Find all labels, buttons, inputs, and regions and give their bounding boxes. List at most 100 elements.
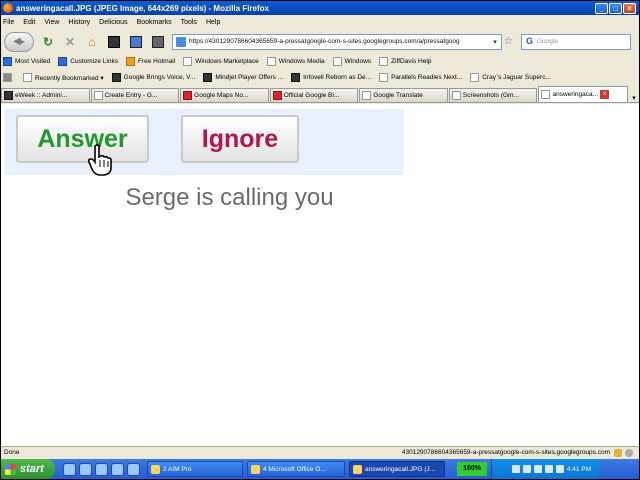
folder-icon bbox=[3, 57, 12, 66]
tab-favicon-icon bbox=[272, 91, 282, 100]
bookmark-item[interactable]: Windows Media bbox=[266, 57, 325, 66]
page-icon bbox=[183, 57, 193, 66]
page-icon bbox=[332, 57, 342, 66]
bookmark-item[interactable]: Free Hotmail bbox=[125, 57, 175, 66]
tab-favicon-icon bbox=[451, 91, 461, 100]
quicklaunch-icon[interactable] bbox=[95, 462, 108, 476]
menu-view[interactable]: View bbox=[44, 19, 59, 26]
tab-list-icon[interactable]: ▾ bbox=[629, 94, 639, 102]
menu-file[interactable]: File bbox=[3, 19, 14, 26]
screen-icon[interactable] bbox=[106, 34, 122, 50]
home-icon[interactable]: ⌂ bbox=[84, 34, 100, 50]
windows-flag-icon bbox=[5, 463, 16, 475]
tab-google-maps[interactable]: Google Maps No... bbox=[180, 88, 269, 102]
bookmark-item[interactable]: Most Visited bbox=[3, 57, 50, 66]
zoom-indicator[interactable]: 100% bbox=[457, 462, 487, 476]
menu-icon bbox=[3, 73, 12, 82]
tab-official-google-blog[interactable]: Official Google Bl... bbox=[269, 88, 359, 102]
clock[interactable]: 4:41 PM bbox=[567, 466, 591, 473]
google-search-icon[interactable]: G bbox=[524, 36, 535, 47]
start-button[interactable]: start bbox=[1, 459, 55, 479]
firefox-window: answeringacall.JPG (JPEG Image, 644x269 … bbox=[1, 1, 639, 479]
tab-create-entry[interactable]: Create Entry - G... bbox=[90, 88, 180, 102]
tab-favicon-icon bbox=[93, 91, 103, 100]
start-label: start bbox=[20, 463, 44, 475]
taskbar-item-aim[interactable]: 2 AIM Pro bbox=[147, 461, 243, 477]
bookmark-item[interactable]: Cray`s Jaguar Superc... bbox=[470, 73, 551, 82]
tab-screenshots[interactable]: Screenshots (Gm... bbox=[448, 88, 538, 102]
bookmark-star-icon[interactable]: ☆ bbox=[504, 36, 513, 47]
window-icon[interactable] bbox=[128, 34, 144, 50]
windows-taskbar: start 2 AIM Pro 4 Microsoft Office O... … bbox=[1, 459, 639, 479]
maximize-button[interactable]: □ bbox=[609, 2, 622, 14]
tab-favicon-icon bbox=[362, 91, 372, 100]
tray-icon[interactable] bbox=[522, 465, 531, 473]
navigation-toolbar: ◀ ▸ ↻ ✕ ⌂ https://4301290786604365659-a-… bbox=[1, 29, 639, 54]
tab-close-icon[interactable]: × bbox=[600, 90, 609, 99]
quicklaunch-icon[interactable] bbox=[111, 462, 124, 476]
url-dropdown-icon[interactable]: ▾ bbox=[489, 38, 501, 46]
answer-button[interactable]: Answer bbox=[16, 115, 149, 163]
tray-icon[interactable] bbox=[511, 465, 520, 473]
tag-icon[interactable] bbox=[150, 34, 166, 50]
quicklaunch-icon[interactable] bbox=[79, 462, 92, 476]
lock-icon[interactable] bbox=[614, 448, 622, 457]
bookmark-item[interactable]: Windows Marketplace bbox=[183, 57, 259, 66]
tray-icon[interactable] bbox=[555, 465, 564, 473]
tab-eweek[interactable]: eWeek :: Admini... bbox=[1, 88, 90, 102]
aim-icon bbox=[151, 464, 160, 474]
page-content: Answer Ignore Serge is calling you bbox=[1, 104, 639, 446]
bookmark-item[interactable]: Parallels Readies Next... bbox=[379, 73, 462, 82]
page-icon bbox=[58, 57, 68, 66]
taskbar-item-office[interactable]: 4 Microsoft Office O... bbox=[247, 461, 345, 477]
bookmark-item[interactable]: Customize Links bbox=[58, 57, 118, 66]
bookmark-item[interactable]: Recently Bookmarked ▾ bbox=[23, 73, 104, 82]
tab-favicon-icon bbox=[541, 90, 551, 99]
quicklaunch-icon[interactable] bbox=[127, 462, 140, 476]
stop-icon[interactable]: ✕ bbox=[62, 34, 78, 50]
hand-cursor-icon bbox=[87, 144, 112, 176]
bookmarks-toolbar: Most Visited Customize Links Free Hotmai… bbox=[1, 56, 639, 67]
system-tray: 4:41 PM bbox=[491, 459, 599, 479]
minimize-button[interactable]: _ bbox=[595, 2, 608, 14]
close-button[interactable]: × bbox=[623, 2, 636, 14]
addon-status-icon[interactable] bbox=[625, 448, 633, 457]
taskbar-item-firefox[interactable]: answeringacall.JPG (J... bbox=[349, 461, 445, 477]
search-placeholder: Google bbox=[536, 38, 558, 45]
ignore-button[interactable]: Ignore bbox=[181, 115, 299, 163]
displayed-image: Answer Ignore Serge is calling you bbox=[5, 109, 404, 277]
tray-icon[interactable] bbox=[533, 465, 542, 473]
tab-answeringacall[interactable]: answeringaca... × bbox=[538, 86, 629, 102]
menu-help[interactable]: Help bbox=[206, 19, 220, 26]
bookmark-item[interactable]: Google Brings Voice, V... bbox=[111, 73, 195, 82]
back-arrow-icon: ◀ bbox=[13, 36, 21, 47]
bookmark-item[interactable]: Mindjet Player Offers ... bbox=[203, 73, 283, 82]
menu-edit[interactable]: Edit bbox=[23, 19, 35, 26]
menu-history[interactable]: History bbox=[68, 19, 90, 26]
status-url: 4301290786604365659-a-pressatgoogle-com-… bbox=[401, 449, 610, 456]
menu-bar: File Edit View History Delicious Bookmar… bbox=[1, 16, 639, 28]
window-title: answeringacall.JPG (JPEG Image, 644x269 … bbox=[16, 3, 269, 13]
menu-bookmarks[interactable]: Bookmarks bbox=[137, 19, 172, 26]
page-icon bbox=[291, 73, 301, 82]
bookmark-item[interactable]: Windows bbox=[332, 57, 371, 66]
search-box[interactable]: G Google bbox=[520, 33, 631, 50]
bookmark-item[interactable]: Infovell Reborn as De... bbox=[291, 73, 371, 82]
back-forward-button[interactable]: ◀ ▸ bbox=[4, 31, 34, 52]
menu-delicious[interactable]: Delicious bbox=[99, 19, 127, 26]
tray-icon[interactable] bbox=[544, 465, 553, 473]
page-icon bbox=[379, 73, 389, 82]
quicklaunch-icon[interactable] bbox=[63, 462, 76, 476]
site-favicon-icon bbox=[176, 36, 186, 47]
bookmark-item[interactable]: ZiffDavis Help bbox=[379, 57, 431, 66]
forward-arrow-icon: ▸ bbox=[20, 37, 25, 46]
calling-message: Serge is calling you bbox=[125, 184, 334, 211]
tab-favicon-icon bbox=[183, 91, 193, 100]
menu-tools[interactable]: Tools bbox=[181, 19, 197, 26]
address-bar[interactable]: https://4301290786604365659-a-pressatgoo… bbox=[172, 33, 502, 50]
tab-google-translate[interactable]: Google Translate bbox=[359, 88, 448, 102]
title-bar: answeringacall.JPG (JPEG Image, 644x269 … bbox=[1, 1, 639, 15]
bookmark-item[interactable] bbox=[3, 73, 15, 82]
tab-favicon-icon bbox=[4, 91, 13, 100]
reload-icon[interactable]: ↻ bbox=[40, 34, 56, 50]
